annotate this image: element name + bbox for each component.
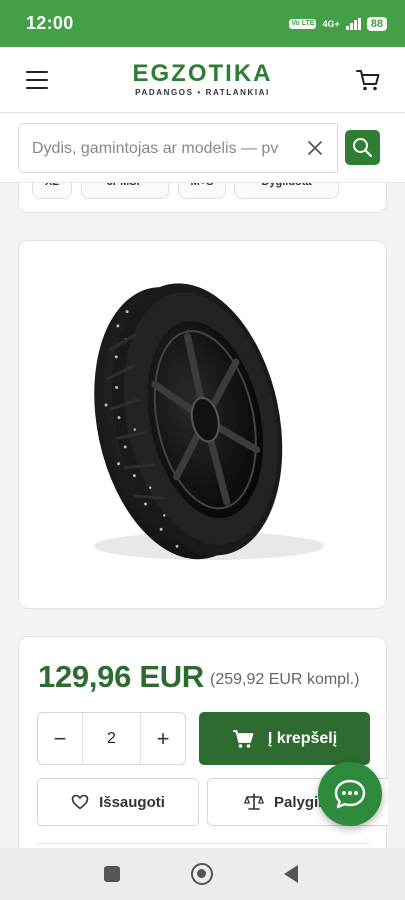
clock: 12:00 (26, 13, 74, 33)
cart-icon (232, 729, 254, 748)
battery-indicator: 88 (366, 16, 387, 31)
quantity-stepper: − 2 + (37, 712, 186, 765)
status-icons: Vo LTE 4G+ 88 (289, 16, 387, 31)
site-logo[interactable]: EGZOTIKA PADANGOS • RATLANKIAI (120, 60, 285, 98)
save-label: Išsaugoti (99, 793, 165, 811)
close-icon[interactable] (302, 135, 328, 161)
search-placeholder: Dydis, gamintojas ar modelis — pv (32, 140, 279, 157)
home-icon[interactable] (191, 863, 213, 885)
chip-xl: XL (32, 183, 72, 199)
divider (37, 843, 370, 844)
chat-bubble-icon (334, 779, 366, 809)
site-header: EGZOTIKA PADANGOS • RATLANKIAI (0, 47, 405, 113)
scale-icon (244, 793, 264, 810)
tire-image[interactable] (19, 241, 388, 610)
search-bar: Dydis, gamintojas ar modelis — pv (0, 113, 405, 183)
recents-icon[interactable] (104, 866, 120, 882)
quantity-increase-button[interactable]: + (141, 713, 185, 764)
hamburger-menu-icon[interactable] (26, 71, 48, 89)
add-to-cart-button[interactable]: Į krepšelį (199, 712, 370, 765)
chat-button[interactable] (318, 762, 382, 826)
heart-icon (71, 794, 89, 810)
search-icon (353, 138, 373, 158)
chip-studded: Dygliuota (234, 183, 339, 199)
product-image-card (18, 240, 387, 609)
cart-icon[interactable] (355, 67, 381, 93)
search-button[interactable] (345, 130, 380, 165)
unit-price: 129,96 EUR (38, 659, 204, 694)
quantity-decrease-button[interactable]: − (38, 713, 82, 764)
chip-3pmsf: 3PMSF (81, 183, 169, 199)
set-price: (259,92 EUR kompl.) (210, 671, 360, 688)
chip-ms: M+S (178, 183, 226, 199)
status-bar: 12:00 Vo LTE 4G+ 88 (0, 0, 405, 47)
brand-name: EGZOTIKA (132, 60, 273, 87)
add-to-cart-label: Į krepšelį (267, 729, 338, 747)
quantity-value[interactable]: 2 (82, 713, 141, 764)
save-button[interactable]: Išsaugoti (37, 778, 199, 826)
system-nav-bar (0, 848, 405, 900)
network-type: 4G+ (322, 18, 340, 29)
brand-tagline: PADANGOS • RATLANKIAI (135, 88, 270, 97)
signal-icon (345, 17, 361, 30)
volte-icon: Vo LTE (289, 18, 317, 29)
back-icon[interactable] (284, 865, 298, 883)
tire-feature-chips: XL 3PMSF M+S Dygliuota (18, 183, 387, 213)
search-input[interactable]: Dydis, gamintojas ar modelis — pv (18, 123, 338, 173)
